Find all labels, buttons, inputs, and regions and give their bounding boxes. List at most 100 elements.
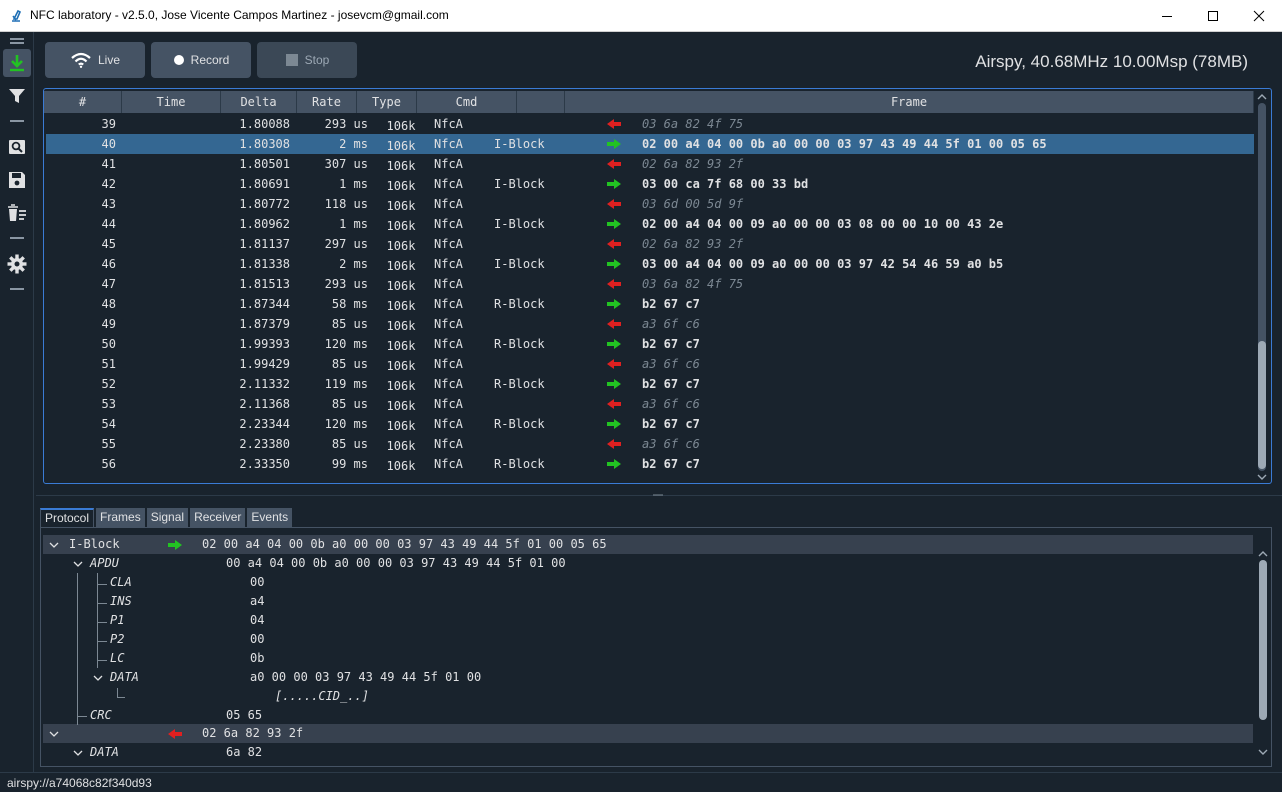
table-row[interactable]: 47 1.81513 293 us 106k NfcA 03 6a 82 4f 75: [46, 274, 1254, 294]
cell-frame: 03 6a 82 4f 75: [642, 277, 744, 291]
tree-node-ins[interactable]: INS a4: [43, 592, 1253, 611]
panel-splitter[interactable]: [36, 492, 1282, 500]
frames-header: # Time Delta Rate Type Cmd Frame: [44, 91, 1254, 113]
table-row[interactable]: 56 2.33350 99 ms 106k NfcA R-Block b2 67 c7: [46, 454, 1254, 474]
collapse-icon[interactable]: [49, 540, 59, 550]
scroll-up-icon: [1258, 551, 1268, 557]
cell-type: NfcA: [434, 377, 463, 391]
tree-node-resp-data[interactable]: DATA 6a 82: [43, 743, 1253, 762]
tree-guide: [97, 603, 107, 604]
cell-frame: a3 6f c6: [642, 357, 700, 371]
table-row[interactable]: 52 2.11332 119 ms 106k NfcA R-Block b2 67 c7: [46, 374, 1254, 394]
tree-node-lc[interactable]: LC 0b: [43, 649, 1253, 668]
col-frame[interactable]: Frame: [565, 91, 1254, 113]
cell-num: 44: [101, 217, 116, 231]
cell-cmd: [490, 314, 590, 334]
cell-delta: 85 us: [331, 357, 368, 371]
tree-guide: [97, 660, 107, 661]
cell-direction: [590, 114, 638, 134]
tree-name: DATA: [90, 745, 119, 759]
tab-receiver[interactable]: Receiver: [190, 508, 246, 527]
table-row[interactable]: 41 1.80501 307 us 106k NfcA 02 6a 82 93 2f: [46, 154, 1254, 174]
frames-scrollbar[interactable]: [1255, 91, 1269, 483]
tree-node-cla[interactable]: CLA 00: [43, 573, 1253, 592]
zoom-button[interactable]: [3, 133, 31, 161]
tab-events[interactable]: Events: [247, 508, 293, 527]
table-row[interactable]: 45 1.81137 297 us 106k NfcA 02 6a 82 93 2f: [46, 234, 1254, 254]
table-row[interactable]: 54 2.23344 120 ms 106k NfcA R-Block b2 67 c7: [46, 414, 1254, 434]
cell-num: 40: [101, 137, 116, 151]
tree-node-iblock[interactable]: I-Block 02 00 a4 04 00 0b a0 00 00 03 97…: [43, 535, 1253, 554]
tree-guide: [97, 622, 107, 623]
cell-time: 2.11368: [239, 397, 290, 411]
tree-node-crc[interactable]: CRC 05 65: [43, 706, 1253, 725]
tab-frames[interactable]: Frames: [96, 508, 145, 527]
cell-num: 53: [101, 397, 116, 411]
col-num[interactable]: #: [44, 91, 122, 113]
tree-node-apdu[interactable]: APDU 00 a4 04 00 0b a0 00 00 03 97 43 49…: [43, 554, 1253, 573]
table-row[interactable]: 55 2.23380 85 us 106k NfcA a3 6f c6: [46, 434, 1254, 454]
tx-arrow-icon: [607, 379, 621, 389]
scroll-thumb[interactable]: [1258, 341, 1266, 469]
live-button[interactable]: Live: [45, 42, 145, 78]
close-button[interactable]: [1236, 0, 1282, 31]
save-button[interactable]: [3, 166, 31, 194]
col-time[interactable]: Time: [122, 91, 221, 113]
cell-direction: [590, 194, 638, 214]
col-type[interactable]: Type: [357, 91, 417, 113]
filter-button[interactable]: [3, 82, 31, 110]
table-row[interactable]: 53 2.11368 85 us 106k NfcA a3 6f c6: [46, 394, 1254, 414]
minimize-button[interactable]: [1144, 0, 1190, 31]
collapse-icon[interactable]: [93, 673, 103, 683]
collapse-icon[interactable]: [73, 748, 83, 758]
cell-cmd: [490, 354, 590, 374]
frames-table[interactable]: # Time Delta Rate Type Cmd Frame 39 1.800…: [43, 88, 1272, 484]
cell-type: NfcA: [434, 137, 463, 151]
toolbar-handle: [10, 42, 24, 44]
scroll-thumb[interactable]: [1259, 560, 1267, 720]
table-row[interactable]: 48 1.87344 58 ms 106k NfcA R-Block b2 67 c7: [46, 294, 1254, 314]
stop-icon: [285, 54, 298, 66]
tree-node-p2[interactable]: P2 00: [43, 630, 1253, 649]
col-delta[interactable]: Delta: [221, 91, 297, 113]
settings-button[interactable]: [3, 250, 31, 278]
record-button[interactable]: Record: [151, 42, 251, 78]
tree-value: 00 a4 04 00 0b a0 00 00 03 97 43 49 44 5…: [226, 556, 566, 570]
tree-node-response[interactable]: 02 6a 82 93 2f: [43, 724, 1253, 743]
tree-node-data-ascii[interactable]: [.....CID_..]: [43, 687, 1253, 706]
table-row[interactable]: 44 1.80962 1 ms 106k NfcA I-Block 02 00 a4 04 …: [46, 214, 1254, 234]
col-rate[interactable]: Rate: [297, 91, 357, 113]
cell-num: 39: [101, 117, 116, 131]
follow-button[interactable]: [3, 49, 31, 77]
table-row[interactable]: 42 1.80691 1 ms 106k NfcA I-Block 03 00 ca 7f …: [46, 174, 1254, 194]
collapse-icon[interactable]: [73, 559, 83, 569]
protocol-tree[interactable]: I-Block 02 00 a4 04 00 0b a0 00 00 03 97…: [40, 527, 1272, 767]
collapse-icon[interactable]: [49, 729, 59, 739]
cell-rate: 106k: [386, 139, 416, 153]
tab-signal[interactable]: Signal: [146, 508, 189, 527]
col-dir[interactable]: [517, 91, 565, 113]
maximize-button[interactable]: [1190, 0, 1236, 31]
tree-node-p1[interactable]: P1 04: [43, 611, 1253, 630]
cell-time: 2.23344: [239, 417, 290, 431]
clear-button[interactable]: [3, 199, 31, 227]
col-cmd[interactable]: Cmd: [417, 91, 517, 113]
table-row[interactable]: 49 1.87379 85 us 106k NfcA a3 6f c6: [46, 314, 1254, 334]
scroll-down-icon: [1258, 749, 1268, 755]
cell-frame: 03 6a 82 4f 75: [642, 117, 744, 131]
tree-scrollbar[interactable]: [1256, 548, 1270, 766]
table-row[interactable]: 51 1.99429 85 us 106k NfcA a3 6f c6: [46, 354, 1254, 374]
table-row[interactable]: 39 1.80088 293 us 106k NfcA 03 6a 82 4f 75: [46, 114, 1254, 134]
detail-tabs: Protocol Frames Signal Receiver Events: [40, 508, 293, 527]
table-row[interactable]: 40 1.80308 2 ms 106k NfcA I-Block 02 00 a4 04 …: [46, 134, 1254, 154]
table-row[interactable]: 43 1.80772 118 us 106k NfcA 03 6d 00 5d 9f: [46, 194, 1254, 214]
tab-protocol[interactable]: Protocol: [40, 508, 95, 527]
stop-button[interactable]: Stop: [257, 42, 357, 78]
tx-arrow-icon: [607, 419, 621, 429]
table-row[interactable]: 50 1.99393 120 ms 106k NfcA R-Block b2 67 c7: [46, 334, 1254, 354]
cell-time: 1.87344: [239, 297, 290, 311]
cell-rate: 106k: [386, 419, 416, 433]
tree-node-data[interactable]: DATA a0 00 00 03 97 43 49 44 5f 01 00: [43, 668, 1253, 687]
table-row[interactable]: 46 1.81338 2 ms 106k NfcA I-Block 03 00 a4 04 …: [46, 254, 1254, 274]
cell-type: NfcA: [434, 457, 463, 471]
